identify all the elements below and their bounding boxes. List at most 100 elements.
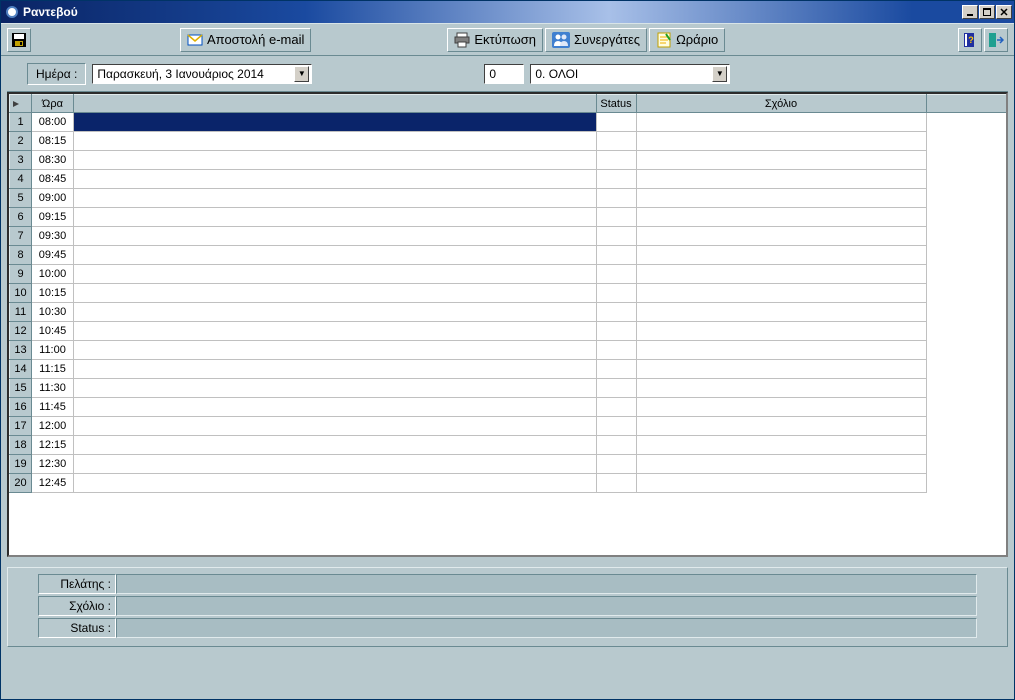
comment-cell[interactable] xyxy=(636,455,926,474)
row-number[interactable]: 14 xyxy=(10,360,32,379)
comment-cell[interactable] xyxy=(636,341,926,360)
send-email-button[interactable]: Αποστολή e-mail xyxy=(180,28,311,52)
time-cell[interactable]: 11:30 xyxy=(32,379,74,398)
table-row[interactable]: 1010:15 xyxy=(10,284,1007,303)
time-cell[interactable]: 10:45 xyxy=(32,322,74,341)
comment-field[interactable] xyxy=(116,596,977,616)
table-row[interactable]: 1511:30 xyxy=(10,379,1007,398)
status-cell[interactable] xyxy=(596,151,636,170)
comment-cell[interactable] xyxy=(636,227,926,246)
status-cell[interactable] xyxy=(596,360,636,379)
row-number[interactable]: 8 xyxy=(10,246,32,265)
row-number[interactable]: 6 xyxy=(10,208,32,227)
comment-cell[interactable] xyxy=(636,284,926,303)
appointment-cell[interactable] xyxy=(74,379,597,398)
appointment-cell[interactable] xyxy=(74,208,597,227)
status-cell[interactable] xyxy=(596,189,636,208)
time-cell[interactable]: 12:45 xyxy=(32,474,74,493)
appointment-cell[interactable] xyxy=(74,227,597,246)
appointment-cell[interactable] xyxy=(74,132,597,151)
table-row[interactable]: 1311:00 xyxy=(10,341,1007,360)
status-cell[interactable] xyxy=(596,379,636,398)
appointment-cell[interactable] xyxy=(74,113,597,132)
date-dropdown[interactable]: Παρασκευή, 3 Ιανουάριος 2014 ▼ xyxy=(92,64,312,84)
status-cell[interactable] xyxy=(596,436,636,455)
appointment-cell[interactable] xyxy=(74,436,597,455)
status-cell[interactable] xyxy=(596,170,636,189)
maximize-button[interactable] xyxy=(979,5,995,19)
table-row[interactable]: 108:00 xyxy=(10,113,1007,132)
comment-cell[interactable] xyxy=(636,132,926,151)
row-number[interactable]: 17 xyxy=(10,417,32,436)
partners-button[interactable]: Συνεργάτες xyxy=(545,28,647,52)
time-cell[interactable]: 10:00 xyxy=(32,265,74,284)
status-cell[interactable] xyxy=(596,246,636,265)
row-number[interactable]: 9 xyxy=(10,265,32,284)
appointment-cell[interactable] xyxy=(74,474,597,493)
status-cell[interactable] xyxy=(596,455,636,474)
table-row[interactable]: 1411:15 xyxy=(10,360,1007,379)
row-number[interactable]: 3 xyxy=(10,151,32,170)
comment-cell[interactable] xyxy=(636,246,926,265)
table-row[interactable]: 1912:30 xyxy=(10,455,1007,474)
comment-cell[interactable] xyxy=(636,474,926,493)
status-cell[interactable] xyxy=(596,398,636,417)
appointment-cell[interactable] xyxy=(74,151,597,170)
minimize-button[interactable] xyxy=(962,5,978,19)
save-button[interactable] xyxy=(7,28,31,52)
status-field[interactable] xyxy=(116,618,977,638)
appointment-cell[interactable] xyxy=(74,303,597,322)
appointment-cell[interactable] xyxy=(74,284,597,303)
time-cell[interactable]: 09:30 xyxy=(32,227,74,246)
table-row[interactable]: 809:45 xyxy=(10,246,1007,265)
row-number[interactable]: 18 xyxy=(10,436,32,455)
exit-button[interactable] xyxy=(984,28,1008,52)
status-cell[interactable] xyxy=(596,474,636,493)
number-input[interactable]: 0 xyxy=(484,64,524,84)
appointment-cell[interactable] xyxy=(74,189,597,208)
comment-cell[interactable] xyxy=(636,379,926,398)
appointment-cell[interactable] xyxy=(74,246,597,265)
table-row[interactable]: 1812:15 xyxy=(10,436,1007,455)
comment-cell[interactable] xyxy=(636,113,926,132)
row-number[interactable]: 7 xyxy=(10,227,32,246)
time-cell[interactable]: 08:00 xyxy=(32,113,74,132)
time-cell[interactable]: 09:15 xyxy=(32,208,74,227)
table-row[interactable]: 910:00 xyxy=(10,265,1007,284)
row-number[interactable]: 19 xyxy=(10,455,32,474)
row-number[interactable]: 11 xyxy=(10,303,32,322)
time-cell[interactable]: 11:00 xyxy=(32,341,74,360)
customer-field[interactable] xyxy=(116,574,977,594)
status-cell[interactable] xyxy=(596,284,636,303)
time-cell[interactable]: 11:15 xyxy=(32,360,74,379)
comment-cell[interactable] xyxy=(636,303,926,322)
comment-cell[interactable] xyxy=(636,436,926,455)
status-cell[interactable] xyxy=(596,341,636,360)
comment-cell[interactable] xyxy=(636,189,926,208)
status-cell[interactable] xyxy=(596,227,636,246)
appointment-cell[interactable] xyxy=(74,322,597,341)
row-number[interactable]: 10 xyxy=(10,284,32,303)
status-cell[interactable] xyxy=(596,113,636,132)
appointments-grid[interactable]: Ώρα Status Σχόλιο 108:00208:15308:30408:… xyxy=(7,92,1008,557)
row-number[interactable]: 1 xyxy=(10,113,32,132)
time-cell[interactable]: 10:15 xyxy=(32,284,74,303)
appointment-cell[interactable] xyxy=(74,265,597,284)
time-cell[interactable]: 08:30 xyxy=(32,151,74,170)
row-number[interactable]: 13 xyxy=(10,341,32,360)
comment-cell[interactable] xyxy=(636,151,926,170)
time-cell[interactable]: 09:00 xyxy=(32,189,74,208)
time-cell[interactable]: 10:30 xyxy=(32,303,74,322)
status-cell[interactable] xyxy=(596,417,636,436)
schedule-button[interactable]: Ωράριο xyxy=(649,28,725,52)
appointment-cell[interactable] xyxy=(74,360,597,379)
table-row[interactable]: 1611:45 xyxy=(10,398,1007,417)
main-header[interactable] xyxy=(74,95,597,113)
table-row[interactable]: 1110:30 xyxy=(10,303,1007,322)
time-cell[interactable]: 12:00 xyxy=(32,417,74,436)
row-number[interactable]: 20 xyxy=(10,474,32,493)
comment-cell[interactable] xyxy=(636,398,926,417)
help-button[interactable]: ? xyxy=(958,28,982,52)
time-cell[interactable]: 12:15 xyxy=(32,436,74,455)
comment-cell[interactable] xyxy=(636,417,926,436)
